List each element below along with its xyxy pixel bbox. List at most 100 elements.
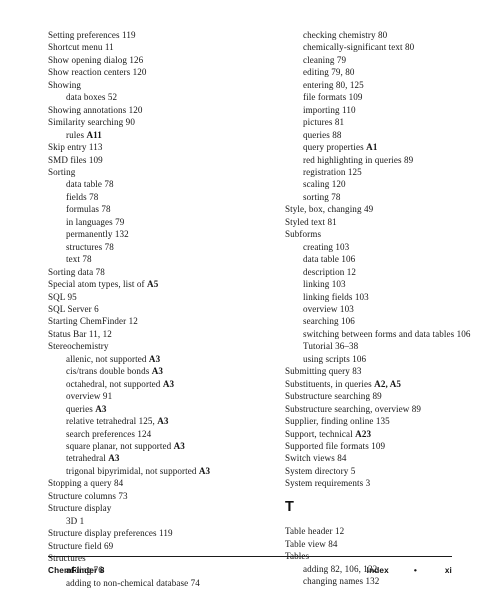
index-entry: System requirements 3: [285, 478, 371, 489]
index-entry: queries 88: [303, 129, 342, 140]
index-entry: query properties A1: [303, 142, 378, 153]
index-entry: entering 80, 125: [303, 79, 364, 90]
footer-right-group: Index • xi: [367, 566, 452, 575]
bullet-separator-icon: •: [413, 565, 417, 575]
index-entry: Substituents, in queries A2, A5: [285, 378, 401, 389]
index-columns: Setting preferences 119 Shortcut menu 11 S…: [0, 0, 500, 588]
index-entry: Showing: [48, 79, 81, 90]
index-entry: fields 78: [66, 191, 99, 202]
index-entry: Structure columns 73: [48, 490, 128, 501]
index-entry: octahedral, not supported A3: [66, 378, 175, 389]
index-entry: System directory 5: [285, 465, 356, 476]
index-entry: Skip entry 113: [48, 142, 103, 153]
index-entry: using scripts 106: [303, 353, 367, 364]
index-entry: text 78: [66, 254, 92, 265]
index-entry: Table header 12: [285, 526, 345, 537]
index-entry: rules A11: [66, 129, 102, 140]
index-entry: Submitting query 83: [285, 366, 362, 377]
index-entry: trigonal bipyrimidal, not supported A3: [66, 465, 211, 476]
index-entry: red highlighting in queries 89: [303, 154, 414, 165]
heading-spacer-top: [285, 490, 500, 501]
index-entry: linking fields 103: [303, 291, 369, 302]
index-entry: checking chemistry 80: [303, 30, 388, 40]
index-entry: Subforms: [285, 229, 322, 240]
index-entry: cleaning 79: [303, 54, 347, 65]
index-page: Setting preferences 119 Shortcut menu 11 S…: [0, 0, 500, 600]
index-entry: Styled text 81: [285, 216, 337, 227]
index-entry: 3D 1: [66, 515, 85, 526]
footer-page-number: xi: [444, 566, 452, 575]
index-entry: Style, box, changing 49: [285, 204, 374, 215]
appendix-page-reference: A5: [147, 279, 159, 290]
index-entry: overview 91: [66, 391, 113, 402]
appendix-page-reference: A3: [151, 366, 163, 377]
index-entry: Show opening dialog 126: [48, 54, 144, 65]
index-entry: pictures 81: [303, 117, 345, 128]
index-entry: Starting ChemFinder 12: [48, 316, 138, 327]
appendix-page-reference: A3: [162, 378, 175, 389]
index-entry: SQL 95: [48, 291, 77, 302]
index-entry: sorting 78: [303, 191, 341, 202]
footer-row: ChemFinder 8 Index • xi: [48, 566, 452, 575]
index-entry: creating 103: [303, 241, 350, 252]
index-entry: switching between forms and data tables …: [303, 328, 471, 339]
index-entry: Structure display preferences 119: [48, 528, 173, 539]
index-entry: Setting preferences 119: [48, 30, 136, 40]
index-entry: search preferences 124: [66, 428, 152, 439]
index-entry: queries A3: [66, 403, 107, 414]
heading-spacer-bottom: [285, 513, 500, 525]
index-entry: overview 103: [303, 303, 354, 314]
index-entry: Sorting data 78: [48, 266, 105, 277]
index-entry: scaling 120: [303, 179, 346, 190]
index-entry: searching 106: [303, 316, 355, 327]
footer-section-label: Index: [366, 566, 389, 575]
index-section-heading: T: [285, 498, 295, 515]
index-entry: Show reaction centers 120: [48, 67, 147, 78]
footer-book-title: ChemFinder 8: [48, 566, 105, 575]
page-footer: ChemFinder 8 Index • xi: [48, 556, 452, 575]
index-entry: relative tetrahedral 125, A3: [66, 416, 169, 427]
index-entry: registration 125: [303, 166, 362, 177]
index-entry: cis/trans double bonds A3: [66, 366, 163, 377]
appendix-page-reference: A3: [173, 440, 185, 451]
appendix-page-reference: A1: [366, 142, 378, 153]
index-entry: chemically-significant text 80: [303, 42, 415, 53]
index-entry: Shortcut menu 11: [48, 42, 114, 53]
index-entry: Supported file formats 109: [285, 440, 386, 451]
index-entry: changing names 132: [303, 576, 380, 587]
appendix-page-reference: A3: [95, 403, 107, 414]
index-entry: Table view 84: [285, 538, 338, 549]
index-entry: SQL Server 6: [48, 303, 99, 314]
index-entry: Stereochemistry: [48, 341, 109, 352]
index-entry: square planar, not supported A3: [66, 440, 185, 451]
index-entry: Substructure searching 89: [285, 391, 382, 402]
index-entry: SMD files 109: [48, 154, 103, 165]
appendix-page-reference: A23: [355, 428, 372, 439]
footer-divider: [48, 556, 452, 557]
index-entry: adding to non-chemical database 74: [66, 577, 200, 588]
index-entry: description 12: [303, 266, 357, 277]
index-entry: data boxes 52: [66, 92, 118, 103]
appendix-page-reference: A2, A5: [374, 378, 401, 389]
index-entry: Substructure searching, overview 89: [285, 403, 422, 414]
appendix-page-reference: A3: [157, 416, 169, 427]
index-column-right: checking chemistry 80 chemically-signific…: [250, 0, 500, 586]
index-entry: Stopping a query 84: [48, 478, 124, 489]
index-entry: tetrahedral A3: [66, 453, 120, 464]
index-entry: Tutorial 36–38: [303, 341, 359, 352]
index-entry: allenic, not supported A3: [66, 353, 161, 364]
index-entry: linking 103: [303, 279, 346, 290]
index-entry: data table 78: [66, 179, 114, 190]
index-entry: in languages 79: [66, 216, 125, 227]
index-entry: Status Bar 11, 12: [48, 328, 112, 339]
index-entry: Supplier, finding online 135: [285, 416, 390, 427]
appendix-page-reference: A3: [108, 453, 120, 464]
index-entry: Structure field 69: [48, 540, 114, 551]
index-entry: data table 106: [303, 254, 356, 265]
index-entry: Special atom types, list of A5: [48, 279, 159, 290]
index-entry: Structure display: [48, 503, 112, 514]
index-entry: Sorting: [48, 166, 76, 177]
index-entry: permanently 132: [66, 229, 129, 240]
index-entry: Similarity searching 90: [48, 117, 135, 128]
index-entry: importing 110: [303, 104, 356, 115]
